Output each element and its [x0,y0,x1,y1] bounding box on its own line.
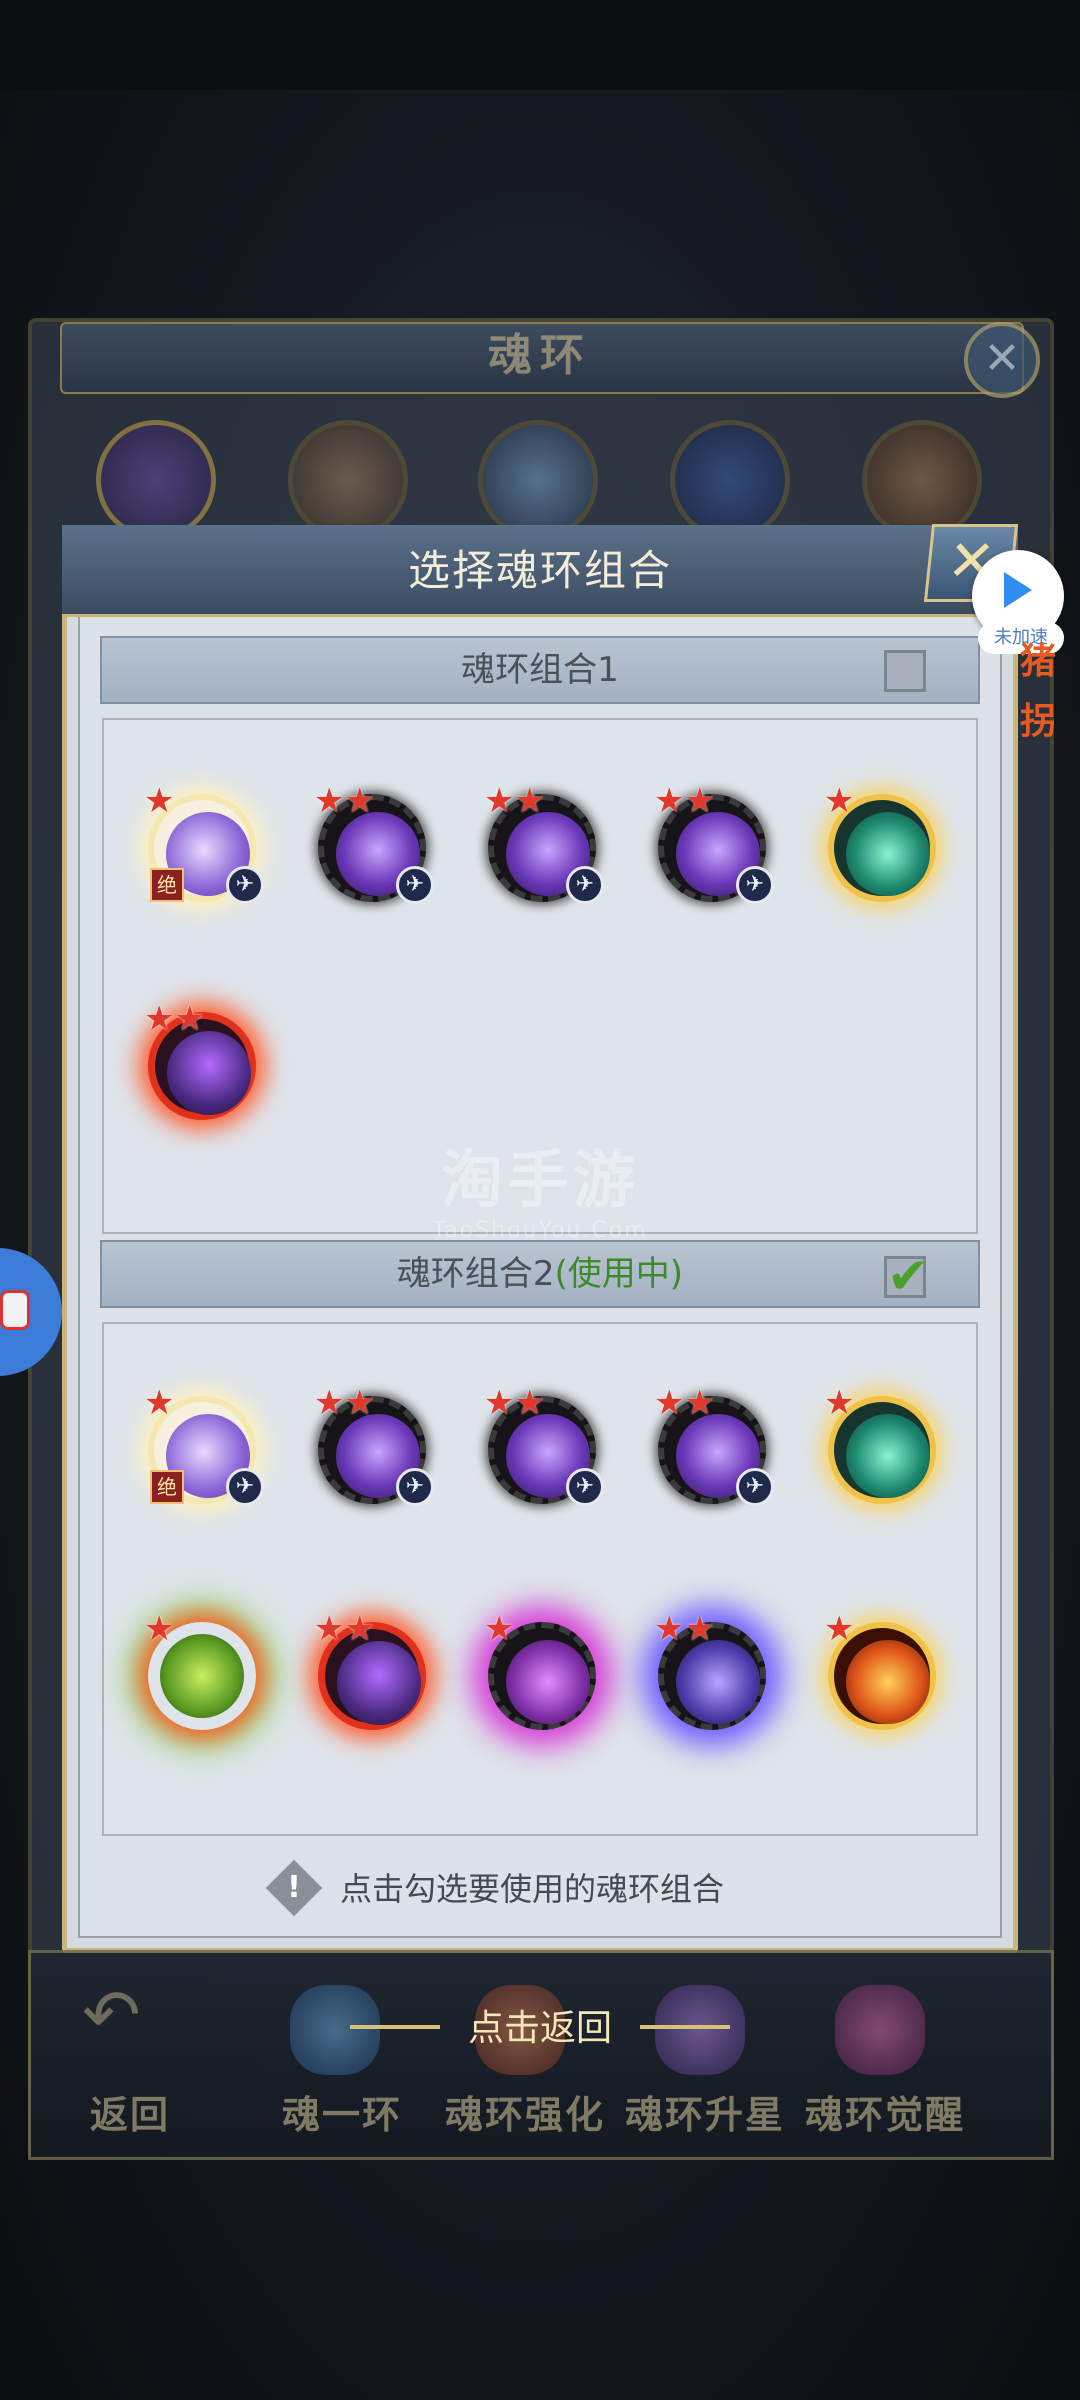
hint-text: 点击勾选要使用的魂环组合 [340,1870,725,1908]
star-rating: ★ [824,781,855,821]
bird-badge-icon: ✈ [566,866,604,904]
assistant-robot-icon [0,1290,30,1330]
soul-ring-core [506,1640,590,1724]
star-rating: ★ [144,1383,175,1423]
star-rating: ★★ [654,1383,715,1423]
combo-1-checkbox[interactable] [884,650,926,692]
tab-soul-ring-star-up[interactable]: 魂环升星 [620,2090,790,2140]
hint-exclamation: ! [287,1870,301,1905]
star-rating: ★ [824,1383,855,1423]
checkmark-icon: ✔ [887,1247,929,1305]
soul-ring-core [167,1031,251,1115]
star-rating: ★★ [314,1383,375,1423]
star-rating: ★★ [314,1609,375,1649]
soul-ring-core [846,1640,930,1724]
side-logo: 猪拐 [1020,641,1057,742]
star-rating: ★★ [314,781,375,821]
star-rating: ★ [824,1609,855,1649]
portrait-2 [288,420,408,540]
star-rating: ★★ [654,781,715,821]
bird-badge-icon: ✈ [566,1468,604,1506]
tab-gem-icon [835,1985,925,2075]
watermark-logo: 淘手游 [440,1143,639,1216]
star-rating: ★★ [144,999,205,1039]
bird-badge-icon: ✈ [396,866,434,904]
ultimate-tag: 绝 [150,868,184,902]
return-arrow-icon[interactable]: ↶ [82,1980,162,2050]
portrait-3 [478,420,598,540]
flourish-left [350,2025,440,2029]
soul-ring-core [337,1641,421,1725]
nav-back-button[interactable]: 返回 [70,2090,190,2140]
play-icon [1004,572,1032,608]
star-rating: ★ [484,1609,515,1649]
panel-close-icon[interactable]: ✕ [964,322,1040,398]
tab-soul-ring[interactable]: 魂一环 [262,2090,422,2140]
soul-ring-core [846,1414,930,1498]
combo-2-checkbox[interactable]: ✔ [884,1247,929,1305]
bird-badge-icon: ✈ [396,1468,434,1506]
combo-1-label: 魂环组合1 [461,650,619,690]
star-rating: ★★ [484,781,545,821]
combo-2-label: 魂环组合2(使用中) [396,1254,684,1294]
portrait-5 [862,420,982,540]
tab-soul-ring-enhance[interactable]: 魂环强化 [440,2090,610,2140]
portrait-4 [670,420,790,540]
dialog-title: 选择魂环组合 [407,546,672,595]
bird-badge-icon: ✈ [736,866,774,904]
flourish-right [640,2025,730,2029]
tab-soul-ring-awaken[interactable]: 魂环觉醒 [800,2090,970,2140]
soul-ring-core [676,1640,760,1724]
ultimate-tag: 绝 [150,1470,184,1504]
soul-ring-panel-title: 魂环 [488,330,592,381]
star-rating: ★★ [484,1383,545,1423]
bird-badge-icon: ✈ [226,1468,264,1506]
bird-badge-icon: ✈ [226,866,264,904]
tap-to-return-text[interactable]: 点击返回 [440,2002,640,2056]
soul-ring-core [846,812,930,896]
tab-gem-icon [655,1985,745,2075]
bird-badge-icon: ✈ [736,1468,774,1506]
star-rating: ★★ [654,1609,715,1649]
watermark-url: TaoShouYou.Com [432,1218,648,1243]
star-rating: ★ [144,1609,175,1649]
tab-gem-icon [290,1985,380,2075]
portrait-1 [96,420,216,540]
star-rating: ★ [144,781,175,821]
